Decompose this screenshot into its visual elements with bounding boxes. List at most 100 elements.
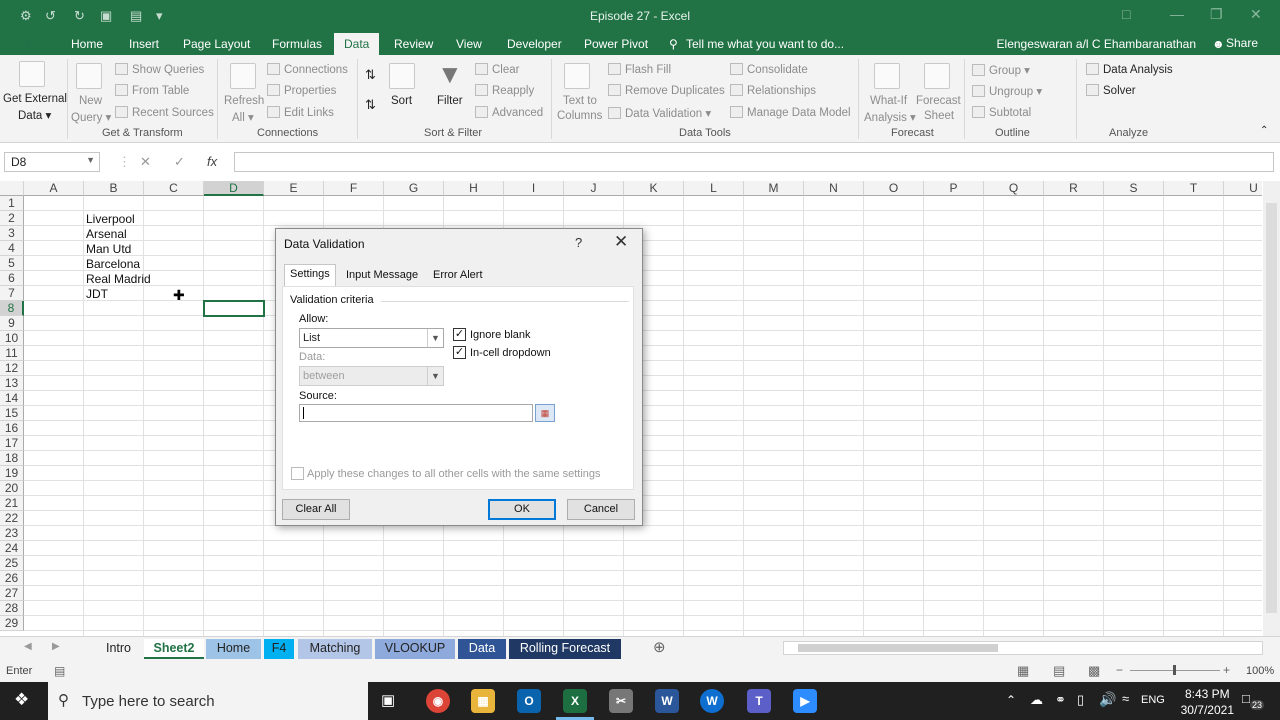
relationships-button[interactable]: Relationships xyxy=(730,84,816,97)
row-header-16[interactable]: 16 xyxy=(0,421,24,436)
remove-duplicates-button[interactable]: Remove Duplicates xyxy=(608,84,725,97)
new-query-label[interactable]: New xyxy=(79,95,102,107)
active-cell-d8[interactable] xyxy=(203,300,265,317)
sheet-tab-matching[interactable]: Matching xyxy=(298,639,372,659)
next-sheet-icon[interactable]: ▶ xyxy=(52,641,60,652)
sheet-tab-rolling-forecast[interactable]: Rolling Forecast xyxy=(509,639,621,659)
row-header-29[interactable]: 29 xyxy=(0,616,24,631)
sheet-tab-vlookup[interactable]: VLOOKUP xyxy=(375,639,455,659)
row-header-20[interactable]: 20 xyxy=(0,481,24,496)
allow-dropdown-icon[interactable]: ▼ xyxy=(427,329,443,347)
page-layout-view-icon[interactable]: ▤ xyxy=(1053,663,1065,679)
column-header-i[interactable]: I xyxy=(504,181,564,196)
row-header-17[interactable]: 17 xyxy=(0,436,24,451)
cell-b7[interactable]: JDT xyxy=(86,287,108,301)
name-box-dropdown-icon[interactable]: ▼ xyxy=(86,155,95,165)
cell-b4[interactable]: Man Utd xyxy=(86,242,131,256)
column-header-e[interactable]: E xyxy=(264,181,324,196)
allow-select[interactable]: List ▼ xyxy=(299,328,444,348)
user-name[interactable]: Elengeswaran a/l C Ehambaranathan xyxy=(997,37,1196,51)
share-button[interactable]: Share xyxy=(1226,36,1258,50)
windows-start-icon[interactable]: ❖ xyxy=(14,690,29,710)
row-header-18[interactable]: 18 xyxy=(0,451,24,466)
sheet-tab-intro[interactable]: Intro xyxy=(95,639,142,659)
file-explorer-icon[interactable]: ▦ xyxy=(471,689,495,713)
battery-icon[interactable]: ▯ xyxy=(1077,692,1084,708)
in-cell-dropdown-checkbox[interactable]: ✓ xyxy=(453,346,466,359)
insert-function-icon[interactable]: fx xyxy=(207,154,217,169)
row-header-24[interactable]: 24 xyxy=(0,541,24,556)
excel-icon[interactable]: X xyxy=(563,689,587,713)
row-header-25[interactable]: 25 xyxy=(0,556,24,571)
row-header-7[interactable]: 7 xyxy=(0,286,24,301)
minimize-icon[interactable]: — xyxy=(1170,6,1184,22)
chrome-icon[interactable]: ◉ xyxy=(426,689,450,713)
onedrive-icon[interactable]: ☁ xyxy=(1030,692,1043,708)
column-header-u[interactable]: U xyxy=(1224,181,1262,196)
ungroup-button[interactable]: Ungroup ▾ xyxy=(972,84,1042,98)
dialog-close-icon[interactable]: ✕ xyxy=(614,232,628,252)
new-query-label-2[interactable]: Query ▾ xyxy=(71,110,111,124)
tab-view[interactable]: View xyxy=(456,37,482,51)
solver-button[interactable]: Solver xyxy=(1086,84,1136,97)
row-header-22[interactable]: 22 xyxy=(0,511,24,526)
row-header-4[interactable]: 4 xyxy=(0,241,24,256)
column-header-a[interactable]: A xyxy=(24,181,84,196)
collapse-dialog-icon[interactable]: ▦ xyxy=(535,404,555,422)
cell-b2[interactable]: Liverpool xyxy=(86,212,135,226)
column-header-k[interactable]: K xyxy=(624,181,684,196)
show-hidden-icons[interactable]: ⌃ xyxy=(1006,693,1016,707)
sheet-tab-f4[interactable]: F4 xyxy=(264,639,294,659)
zoom-slider-thumb[interactable] xyxy=(1173,665,1176,675)
language-indicator[interactable]: ENG xyxy=(1141,694,1165,706)
column-header-m[interactable]: M xyxy=(744,181,804,196)
row-header-8[interactable]: 8 xyxy=(0,301,24,316)
row-header-3[interactable]: 3 xyxy=(0,226,24,241)
what-if-label-2[interactable]: Analysis ▾ xyxy=(864,110,916,124)
column-header-j[interactable]: J xyxy=(564,181,624,196)
tab-developer[interactable]: Developer xyxy=(507,37,562,51)
tab-review[interactable]: Review xyxy=(394,37,433,51)
manage-data-model-button[interactable]: Manage Data Model xyxy=(730,106,851,119)
row-header-1[interactable]: 1 xyxy=(0,196,24,211)
advanced-button[interactable]: Advanced xyxy=(475,106,543,119)
forecast-sheet-label-2[interactable]: Sheet xyxy=(924,110,954,122)
volume-icon[interactable]: 🔊 xyxy=(1099,691,1116,708)
tab-settings[interactable]: Settings xyxy=(284,264,336,287)
row-header-14[interactable]: 14 xyxy=(0,391,24,406)
cancel-entry-icon[interactable]: ✕ xyxy=(140,154,151,170)
what-if-label[interactable]: What-If xyxy=(870,95,907,107)
normal-view-icon[interactable]: ▦ xyxy=(1017,663,1029,679)
row-header-13[interactable]: 13 xyxy=(0,376,24,391)
cell-b5[interactable]: Barcelona xyxy=(86,257,140,271)
sort-az-icon[interactable]: ⇅ xyxy=(365,67,376,83)
row-header-23[interactable]: 23 xyxy=(0,526,24,541)
word-icon[interactable]: W xyxy=(655,689,679,713)
microphone-icon[interactable]: ⚭ xyxy=(1055,692,1066,708)
tell-me-box[interactable]: Tell me what you want to do... xyxy=(686,37,844,51)
taskbar-search[interactable]: ⚲ Type here to search xyxy=(48,682,368,720)
flash-fill-button[interactable]: Flash Fill xyxy=(608,63,671,76)
cell-b6[interactable]: Real Madrid xyxy=(86,272,151,286)
row-header-11[interactable]: 11 xyxy=(0,346,24,361)
sort-button[interactable]: Sort xyxy=(391,95,412,107)
cell-b3[interactable]: Arsenal xyxy=(86,227,127,241)
column-header-c[interactable]: C xyxy=(144,181,204,196)
row-header-15[interactable]: 15 xyxy=(0,406,24,421)
page-break-view-icon[interactable]: ▩ xyxy=(1088,663,1100,679)
sheet-tab-data[interactable]: Data xyxy=(458,639,506,659)
edit-links-button[interactable]: Edit Links xyxy=(267,106,334,119)
get-external-data-label[interactable]: Get External xyxy=(3,93,67,105)
column-header-l[interactable]: L xyxy=(684,181,744,196)
get-external-data-label-2[interactable]: Data ▾ xyxy=(18,108,51,122)
tab-power-pivot[interactable]: Power Pivot xyxy=(584,37,648,51)
consolidate-button[interactable]: Consolidate xyxy=(730,63,808,76)
maximize-icon[interactable]: ❐ xyxy=(1210,6,1223,23)
tab-error-alert[interactable]: Error Alert xyxy=(428,266,488,286)
zoom-level[interactable]: 100% xyxy=(1246,665,1274,677)
teams-icon[interactable]: T xyxy=(747,689,771,713)
reapply-button[interactable]: Reapply xyxy=(475,84,534,97)
collapse-ribbon-icon[interactable]: ⌃ xyxy=(1260,125,1268,136)
zoom-app-icon[interactable]: ▶ xyxy=(793,689,817,713)
wifi-icon[interactable]: ≈ xyxy=(1122,691,1129,706)
